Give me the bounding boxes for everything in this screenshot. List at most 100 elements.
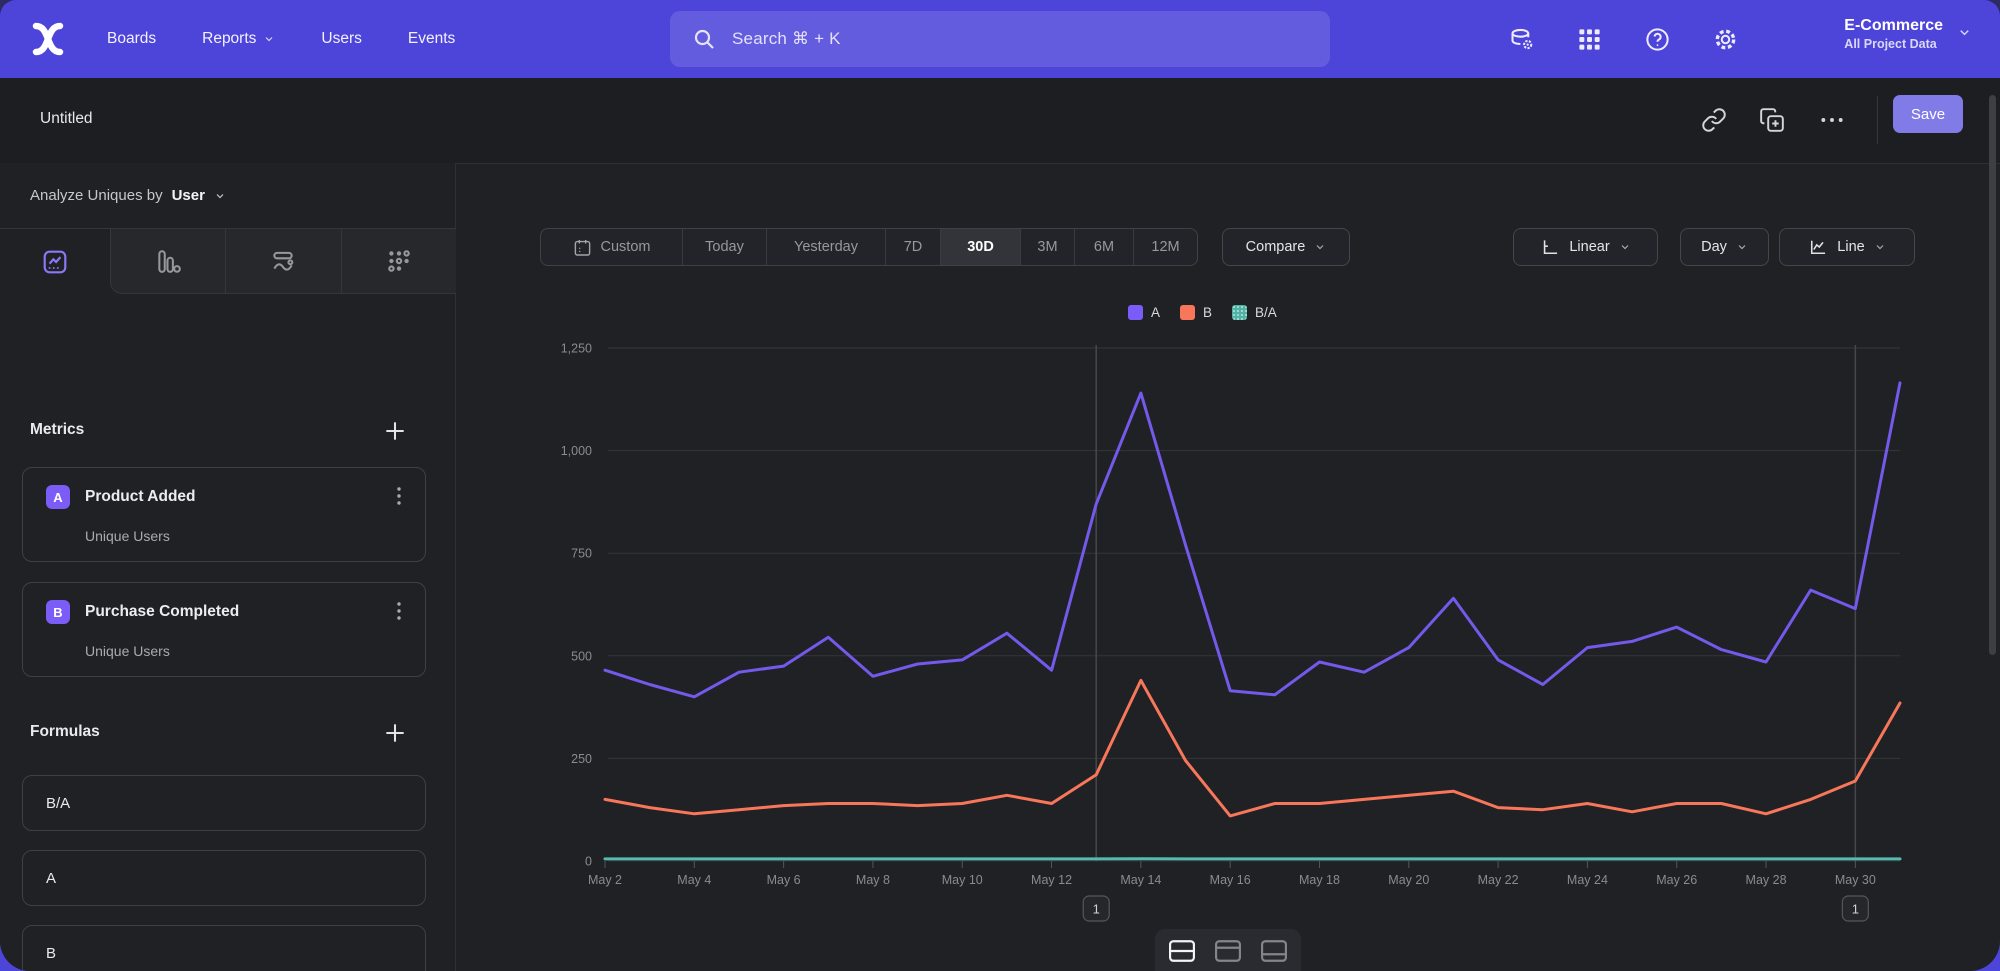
range-label: Yesterday	[794, 239, 858, 255]
range-label: 6M	[1094, 239, 1114, 255]
metrics-header: Metrics	[30, 421, 84, 439]
more-options-icon[interactable]	[1819, 111, 1845, 129]
scale-label: Linear	[1569, 239, 1609, 255]
scale-selector[interactable]: Linear	[1513, 228, 1658, 266]
compare-button[interactable]: Compare	[1222, 228, 1350, 266]
metric-kebab-menu-icon[interactable]	[389, 485, 409, 509]
layout-bottom-panel-button[interactable]	[1253, 936, 1295, 970]
range-label: 3M	[1037, 239, 1057, 255]
chevron-down-icon	[1957, 25, 1972, 40]
chevron-down-icon	[1314, 241, 1326, 253]
nav-item-label: Reports	[202, 30, 256, 48]
date-range-control: Custom Today Yesterday 7D 30D 3M 6M 12M	[540, 228, 1198, 266]
range-label: 12M	[1151, 239, 1179, 255]
settings-gear-icon[interactable]	[1712, 26, 1739, 53]
legend-label: B	[1203, 305, 1212, 320]
chart-type-label: Line	[1837, 239, 1864, 255]
tab-line-chart[interactable]	[0, 229, 110, 294]
chevron-down-icon	[263, 33, 275, 45]
formula-label: B/A	[46, 795, 70, 812]
formula-card-a[interactable]: A	[22, 850, 426, 906]
vertical-scrollbar[interactable]	[1989, 95, 1996, 655]
chevron-down-icon	[214, 190, 226, 202]
layout-top-panel-button[interactable]	[1207, 936, 1249, 970]
analyze-value: User	[172, 187, 205, 204]
legend-item-b[interactable]: B	[1180, 305, 1212, 320]
chart-type-tabs-inactive	[110, 229, 456, 294]
metric-letter-badge: A	[46, 485, 70, 509]
chart-legend: A B B/A	[1128, 305, 1277, 320]
report-toolbar: Untitled Save	[0, 78, 2000, 164]
metric-name: Product Added	[85, 488, 196, 506]
mixpanel-logo-icon	[26, 17, 70, 61]
range-30d[interactable]: 30D	[940, 229, 1020, 265]
project-scope: All Project Data	[1844, 37, 1943, 51]
legend-swatch-ba	[1232, 305, 1247, 320]
query-sidebar: Analyze Uniques by User	[0, 163, 456, 971]
nav-item-reports[interactable]: Reports	[202, 30, 275, 48]
legend-swatch-a	[1128, 305, 1143, 320]
interval-label: Day	[1701, 239, 1727, 255]
layout-switcher	[1155, 929, 1301, 971]
formulas-header: Formulas	[30, 723, 100, 741]
tab-breakdown-chart[interactable]	[341, 229, 456, 293]
metric-kebab-menu-icon[interactable]	[389, 600, 409, 624]
nav-item-events[interactable]: Events	[408, 30, 455, 48]
project-name: E-Commerce	[1844, 14, 1943, 37]
nav-item-label: Users	[321, 30, 361, 48]
layout-split-button[interactable]	[1161, 936, 1203, 970]
layout-top-panel-icon	[1213, 938, 1243, 964]
range-label: Custom	[601, 239, 651, 255]
range-12m[interactable]: 12M	[1133, 229, 1197, 265]
metric-subtitle: Unique Users	[85, 528, 170, 544]
legend-item-a[interactable]: A	[1128, 305, 1160, 320]
analyze-uniques-dropdown[interactable]: Analyze Uniques by User	[0, 163, 456, 228]
nav-item-boards[interactable]: Boards	[107, 30, 156, 48]
data-management-icon[interactable]	[1508, 26, 1535, 53]
help-icon[interactable]	[1644, 26, 1671, 53]
range-label: 30D	[967, 239, 994, 255]
copy-link-icon[interactable]	[1701, 107, 1727, 133]
formula-label: A	[46, 870, 56, 887]
tab-bar-chart[interactable]	[111, 229, 225, 293]
legend-swatch-b	[1180, 305, 1195, 320]
top-nav: Boards Reports Users Events Search ⌘ + K	[0, 0, 2000, 78]
duplicate-icon[interactable]	[1759, 107, 1785, 133]
interval-selector[interactable]: Day	[1680, 228, 1769, 266]
metric-letter-badge: B	[46, 600, 70, 624]
range-custom[interactable]: Custom	[541, 229, 682, 265]
nav-items: Boards Reports Users Events	[107, 0, 455, 78]
project-text: E-Commerce All Project Data	[1844, 14, 1943, 51]
metric-card-product-added[interactable]: A Product Added Unique Users	[22, 467, 426, 562]
apps-grid-icon[interactable]	[1576, 26, 1603, 53]
analyze-label: Analyze Uniques by	[30, 187, 163, 204]
formula-card-b[interactable]: B	[22, 925, 426, 971]
search-input[interactable]: Search ⌘ + K	[670, 11, 1330, 67]
range-3m[interactable]: 3M	[1020, 229, 1074, 265]
range-7d[interactable]: 7D	[885, 229, 940, 265]
dots-grid-tab-icon	[386, 248, 412, 274]
layout-bottom-panel-icon	[1259, 938, 1289, 964]
chart-type-tabs	[0, 228, 456, 293]
bar-chart-tab-icon	[155, 248, 181, 274]
add-formula-button[interactable]	[382, 720, 408, 746]
nav-item-users[interactable]: Users	[321, 30, 361, 48]
legend-label: B/A	[1255, 305, 1277, 320]
metric-subtitle: Unique Users	[85, 643, 170, 659]
linear-axis-icon	[1540, 237, 1560, 257]
legend-item-ba[interactable]: B/A	[1232, 305, 1277, 320]
toolbar-divider	[1877, 96, 1878, 144]
metric-card-purchase-completed[interactable]: B Purchase Completed Unique Users	[22, 582, 426, 677]
line-chart-tab-icon	[42, 249, 68, 275]
add-metric-button[interactable]	[382, 418, 408, 444]
range-label: 7D	[904, 239, 923, 255]
tab-flow-chart[interactable]	[225, 229, 340, 293]
project-selector[interactable]: E-Commerce All Project Data	[1844, 14, 1972, 51]
formula-card-ba[interactable]: B/A	[22, 775, 426, 831]
range-6m[interactable]: 6M	[1074, 229, 1133, 265]
range-yesterday[interactable]: Yesterday	[766, 229, 885, 265]
range-today[interactable]: Today	[682, 229, 766, 265]
flow-chart-tab-icon	[270, 248, 296, 274]
chart-type-selector[interactable]: Line	[1779, 228, 1915, 266]
save-button[interactable]: Save	[1893, 95, 1963, 133]
